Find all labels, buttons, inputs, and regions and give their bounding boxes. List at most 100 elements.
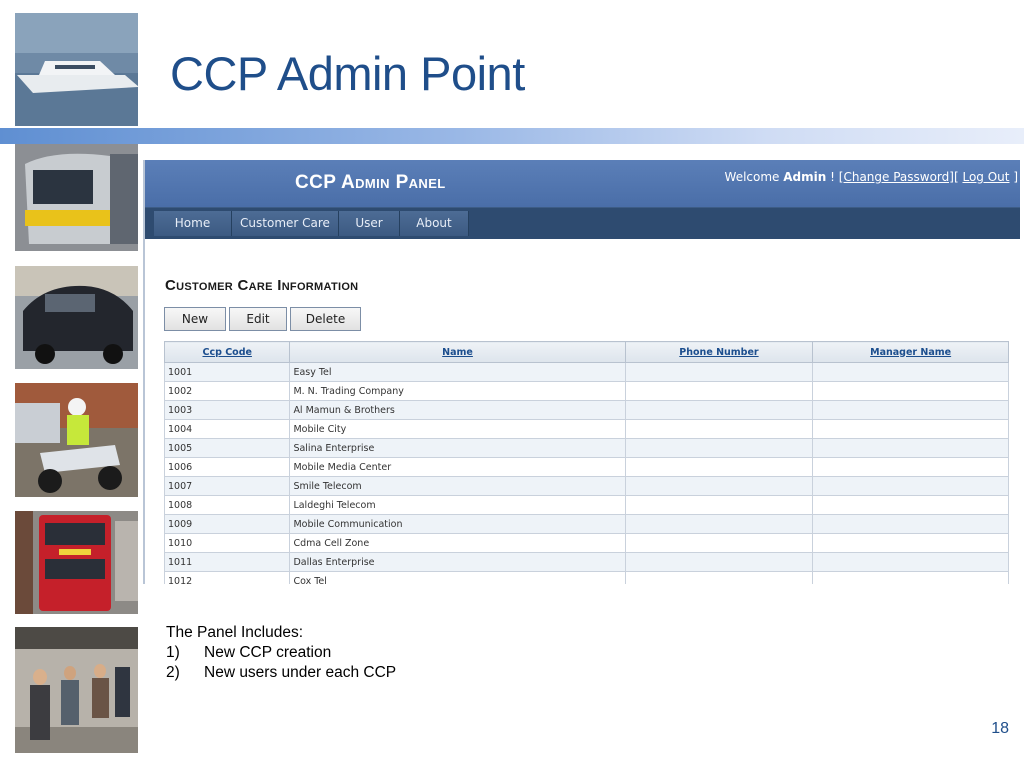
cell-ccp-code: 1003: [163, 400, 291, 420]
cell-name: Smile Telecom: [289, 476, 626, 496]
taxi-photo: [15, 266, 138, 369]
cell-manager-name: [812, 514, 1009, 534]
cell-name: Mobile Media Center: [289, 457, 626, 477]
table-row[interactable]: 1010 Cdma Cell Zone: [163, 533, 1009, 553]
list-number: 1): [166, 644, 180, 661]
cell-phone-number: [624, 362, 814, 382]
nav-user[interactable]: User: [339, 211, 400, 236]
panel-title: CCP Admin Panel: [295, 172, 446, 193]
table-row[interactable]: 1012 Cox Tel: [163, 571, 1009, 584]
cell-manager-name: [812, 438, 1009, 458]
header-ccp-code[interactable]: Ccp Code: [163, 341, 291, 363]
cell-ccp-code: 1002: [163, 381, 291, 401]
cell-manager-name: [812, 476, 1009, 496]
list-text: New users under each CCP: [204, 664, 397, 681]
panel-nav: Home Customer Care User About: [145, 207, 1020, 239]
cell-manager-name: [812, 457, 1009, 477]
user-name: Admin: [783, 170, 827, 184]
section-title: Customer Care Information: [165, 277, 359, 294]
cell-phone-number: [624, 457, 814, 477]
customer-care-table: Ccp Code Name Phone Number Manager Name …: [163, 341, 1009, 584]
cell-phone-number: [624, 438, 814, 458]
nav-about[interactable]: About: [400, 211, 469, 236]
header-phone-number[interactable]: Phone Number: [624, 341, 814, 363]
cell-phone-number: [624, 476, 814, 496]
cell-ccp-code: 1009: [163, 514, 291, 534]
cell-ccp-code: 1010: [163, 533, 291, 553]
table-row[interactable]: 1002 M. N. Trading Company: [163, 381, 1009, 401]
nav-home[interactable]: Home: [154, 211, 232, 236]
cell-manager-name: [812, 552, 1009, 572]
welcome-bar: Welcome Admin ! [Change Password][ Log O…: [725, 170, 1018, 184]
cell-ccp-code: 1012: [163, 571, 291, 584]
list-number: 2): [166, 664, 180, 681]
cell-phone-number: [624, 514, 814, 534]
cell-name: Cox Tel: [289, 571, 626, 584]
bracket-close: ]: [1013, 170, 1018, 184]
includes-heading: The Panel Includes:: [166, 624, 304, 641]
header-name[interactable]: Name: [289, 341, 626, 363]
change-password-link[interactable]: [Change Password]: [839, 170, 954, 184]
commuters-photo: [15, 627, 138, 753]
cell-manager-name: [812, 362, 1009, 382]
slide-title: CCP Admin Point: [170, 47, 525, 100]
header-manager-name[interactable]: Manager Name: [812, 341, 1009, 363]
cell-phone-number: [624, 571, 814, 584]
table-row[interactable]: 1009 Mobile Communication: [163, 514, 1009, 534]
cell-manager-name: [812, 533, 1009, 553]
panel-header: CCP Admin Panel Welcome Admin ! [Change …: [145, 160, 1020, 207]
list-text: New CCP creation: [204, 644, 332, 661]
panel-includes-list: The Panel Includes: 1) New CCP creation 2…: [166, 623, 396, 683]
cell-manager-name: [812, 571, 1009, 584]
train-photo: [15, 144, 138, 251]
cell-manager-name: [812, 400, 1009, 420]
cell-ccp-code: 1006: [163, 457, 291, 477]
logout-link[interactable]: Log Out: [962, 170, 1009, 184]
cell-phone-number: [624, 381, 814, 401]
cell-ccp-code: 1011: [163, 552, 291, 572]
table-row[interactable]: 1008 Laldeghi Telecom: [163, 495, 1009, 515]
cell-manager-name: [812, 381, 1009, 401]
delete-button[interactable]: Delete: [290, 307, 361, 331]
welcome-exclaim: !: [830, 170, 835, 184]
cell-name: Cdma Cell Zone: [289, 533, 626, 553]
table-row[interactable]: 1001 Easy Tel: [163, 362, 1009, 382]
cell-name: Laldeghi Telecom: [289, 495, 626, 515]
cell-ccp-code: 1001: [163, 362, 291, 382]
cell-phone-number: [624, 419, 814, 439]
cell-phone-number: [624, 552, 814, 572]
cell-phone-number: [624, 533, 814, 553]
new-button[interactable]: New: [164, 307, 226, 331]
cell-manager-name: [812, 495, 1009, 515]
page-number: 18: [991, 720, 1009, 737]
table-row[interactable]: 1005 Salina Enterprise: [163, 438, 1009, 458]
cell-name: Easy Tel: [289, 362, 626, 382]
cell-phone-number: [624, 400, 814, 420]
welcome-text: Welcome: [724, 170, 780, 184]
cell-name: Salina Enterprise: [289, 438, 626, 458]
cell-name: Mobile City: [289, 419, 626, 439]
table-row[interactable]: 1003 Al Mamun & Brothers: [163, 400, 1009, 420]
cell-name: Mobile Communication: [289, 514, 626, 534]
nav-customer-care[interactable]: Customer Care: [232, 211, 339, 236]
cell-manager-name: [812, 419, 1009, 439]
motorcycle-photo: [15, 383, 138, 497]
ship-photo: [15, 13, 138, 126]
title-divider: [0, 128, 1024, 144]
table-row[interactable]: 1006 Mobile Media Center: [163, 457, 1009, 477]
cell-ccp-code: 1008: [163, 495, 291, 515]
list-item: 1) New CCP creation: [166, 643, 396, 663]
cell-ccp-code: 1004: [163, 419, 291, 439]
table-row[interactable]: 1007 Smile Telecom: [163, 476, 1009, 496]
bus-photo: [15, 511, 138, 614]
table-row[interactable]: 1011 Dallas Enterprise: [163, 552, 1009, 572]
edit-button[interactable]: Edit: [229, 307, 287, 331]
table-row[interactable]: 1004 Mobile City: [163, 419, 1009, 439]
list-item: 2) New users under each CCP: [166, 663, 396, 683]
cell-name: M. N. Trading Company: [289, 381, 626, 401]
bracket-open: [: [953, 170, 959, 184]
cell-name: Al Mamun & Brothers: [289, 400, 626, 420]
cell-name: Dallas Enterprise: [289, 552, 626, 572]
cell-ccp-code: 1007: [163, 476, 291, 496]
cell-ccp-code: 1005: [163, 438, 291, 458]
